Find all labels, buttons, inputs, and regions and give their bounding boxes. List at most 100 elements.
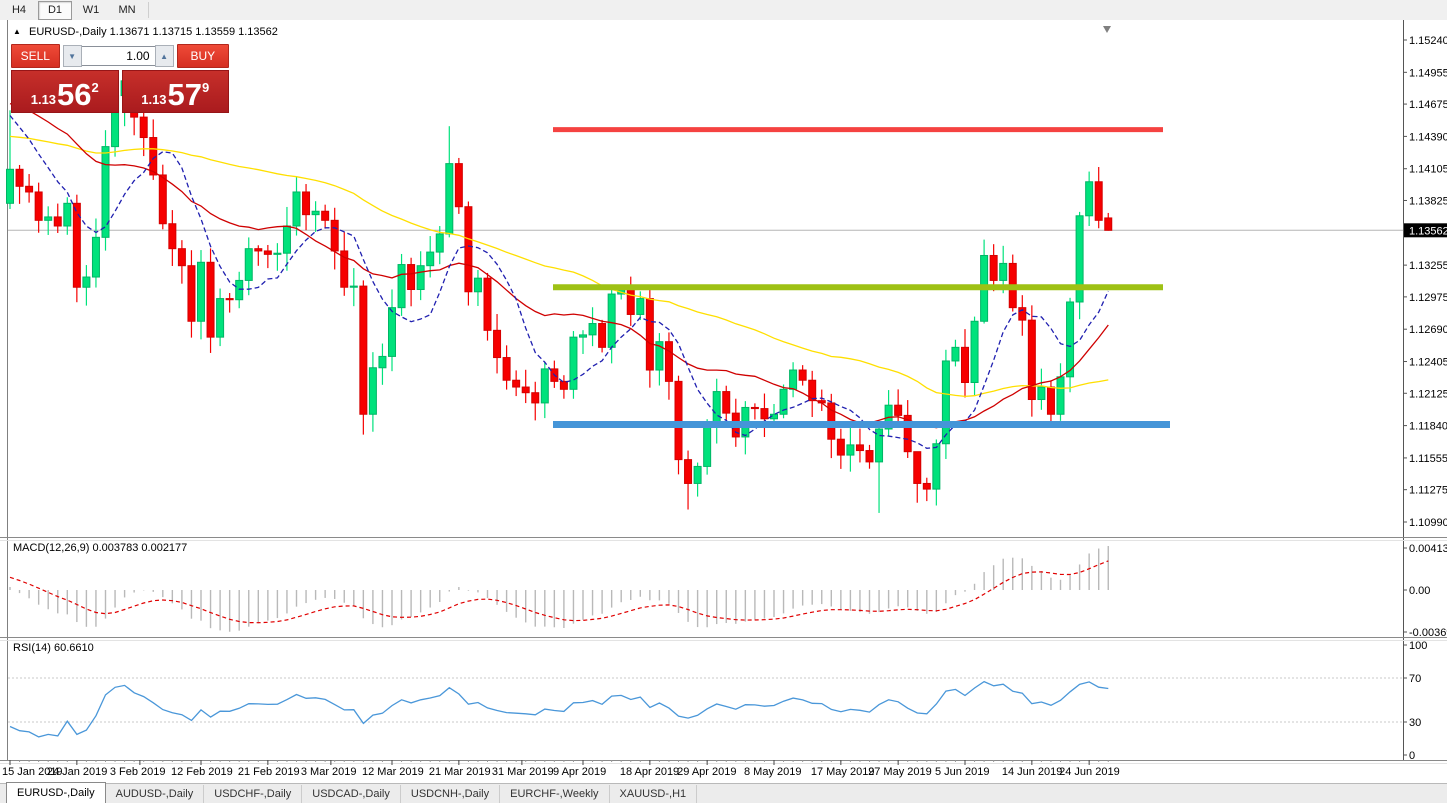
ask-big-digits: 57 (167, 77, 203, 112)
candle-body (63, 202, 72, 227)
candle-body (416, 265, 425, 291)
ask-small-digits: 1.13 (141, 92, 167, 107)
candle-body (626, 289, 635, 315)
candle-body (579, 334, 587, 338)
candle-body (1027, 319, 1036, 401)
candle-body (378, 355, 387, 369)
candle-body (607, 293, 616, 348)
candle-body (760, 408, 769, 420)
macd-label: MACD(12,26,9) 0.003783 0.002177 (13, 542, 188, 554)
date-tick-label: 14 Jun 2019 (1002, 766, 1063, 778)
candle-body (244, 248, 253, 281)
price-tick-label: 1.14390 (1409, 131, 1447, 143)
candle-body (664, 341, 673, 382)
candle-body (512, 379, 521, 388)
date-tick-label: 3 Mar 2019 (301, 766, 357, 778)
candle-body (292, 191, 301, 227)
date-tick-label: 9 Apr 2019 (553, 766, 606, 778)
candle-body (426, 251, 435, 267)
symbol-tab-usdcnh[interactable]: USDCNH-,Daily (401, 785, 501, 803)
candle-body (970, 320, 979, 384)
candle-body (913, 451, 922, 484)
price-tick-label: 1.12125 (1409, 388, 1447, 400)
price-tick-label: 1.15240 (1409, 35, 1447, 47)
date-tick-label: 3 Feb 2019 (110, 766, 166, 778)
ask-quote[interactable]: 1.13 57 9 (121, 70, 229, 113)
candle-body (922, 482, 931, 490)
one-click-trading-panel: SELL ▼ ▲ BUY 1.13 56 2 1.13 57 9 (11, 44, 229, 113)
symbol-tab-usdchf[interactable]: USDCHF-,Daily (204, 785, 303, 803)
volume-spinner: ▼ ▲ (62, 45, 174, 67)
price-tick-label: 1.12975 (1409, 292, 1447, 304)
date-tick-label: 29 Apr 2019 (677, 766, 736, 778)
candle-body (177, 248, 186, 267)
price-tick-label: 1.14105 (1409, 164, 1447, 176)
candle-body (445, 163, 454, 235)
rsi-label: RSI(14) 60.6610 (13, 642, 94, 654)
price-tick-label: 1.14955 (1409, 67, 1447, 79)
symbol-tab-eurchf[interactable]: EURCHF-,Weekly (500, 785, 610, 803)
volume-increase-icon[interactable]: ▲ (154, 45, 174, 67)
candle-body (158, 174, 167, 225)
price-tick-label: 1.11275 (1409, 485, 1447, 497)
price-tick-label: 1.11840 (1409, 421, 1447, 433)
candle-body (894, 404, 903, 416)
rsi-tick-label: 30 (1409, 717, 1421, 729)
sell-button[interactable]: SELL (11, 44, 60, 68)
current-price-label: 1.13562 (1409, 225, 1447, 237)
price-tick-label: 1.11555 (1409, 453, 1447, 465)
candle-body (559, 380, 568, 390)
candle-body (15, 168, 24, 187)
candle-body (321, 210, 330, 221)
candle-body (91, 236, 100, 278)
date-tick-label: 24 Jun 2019 (1059, 766, 1120, 778)
date-tick-label: 31 Mar 2019 (492, 766, 554, 778)
date-tick-label: 18 Apr 2019 (620, 766, 679, 778)
candle-body (225, 298, 234, 301)
candle-body (989, 254, 998, 281)
candle-body (235, 279, 244, 301)
candle-body (139, 116, 148, 139)
candle-body (569, 336, 578, 390)
collapse-panel-icon[interactable]: ▲ (13, 27, 21, 36)
candle-body (865, 450, 874, 463)
candle-body (674, 380, 683, 461)
symbol-tab-bar: EURUSD-,Daily AUDUSD-,Daily USDCHF-,Daily U… (0, 782, 1447, 803)
candle-body (407, 264, 416, 291)
candle-body (454, 163, 463, 208)
chart-canvas[interactable]: 1.152401.149551.146751.143901.141051.138… (0, 0, 1447, 803)
candle-body (1094, 181, 1103, 221)
buy-button[interactable]: BUY (176, 44, 229, 68)
volume-decrease-icon[interactable]: ▼ (62, 45, 82, 67)
candle-body (789, 369, 798, 390)
symbol-tab-audusd[interactable]: AUDUSD-,Daily (106, 785, 205, 803)
bid-quote[interactable]: 1.13 56 2 (11, 70, 119, 113)
bid-pipette-digit: 2 (91, 80, 99, 95)
candle-body (855, 444, 864, 452)
date-tick-label: 17 May 2019 (811, 766, 875, 778)
symbol-tab-xauusd[interactable]: XAUUSD-,H1 (610, 785, 698, 803)
candle-body (836, 438, 845, 456)
candle-body (1037, 386, 1046, 401)
candle-body (712, 391, 721, 427)
candle-body (254, 248, 263, 252)
candle-body (932, 443, 941, 490)
candle-body (703, 425, 712, 467)
rsi-tick-label: 0 (1409, 750, 1415, 762)
candle-body (693, 465, 702, 484)
chart-title: ▲ EURUSD-,Daily 1.13671 1.13715 1.13559 … (13, 26, 278, 38)
candle-body (941, 360, 950, 445)
date-tick-label: 12 Feb 2019 (171, 766, 233, 778)
date-tick-label: 8 May 2019 (744, 766, 801, 778)
symbol-tab-usdcad[interactable]: USDCAD-,Daily (302, 785, 401, 803)
volume-input[interactable] (81, 46, 155, 66)
ask-pipette-digit: 9 (202, 80, 210, 95)
candle-body (521, 386, 530, 394)
candle-body (722, 391, 731, 414)
symbol-period-label: EURUSD-,Daily (28, 26, 107, 38)
candle-body (359, 285, 368, 415)
symbol-tab-eurusd[interactable]: EURUSD-,Daily (6, 782, 106, 803)
candle-body (1104, 217, 1113, 231)
candle-body (636, 298, 645, 315)
candle-body (483, 277, 492, 331)
